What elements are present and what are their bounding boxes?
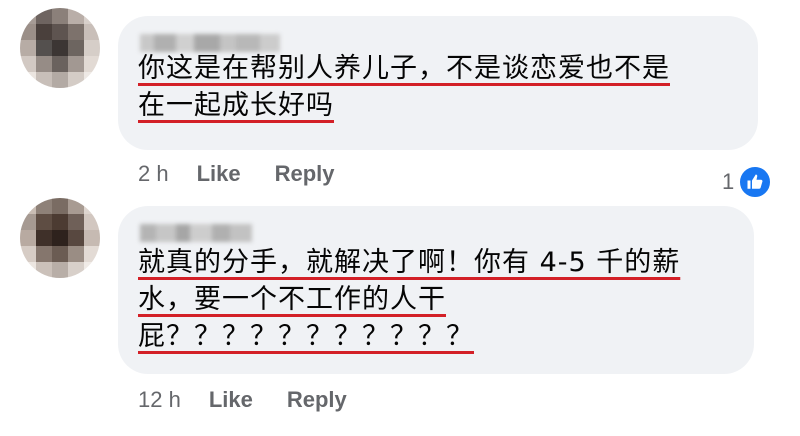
comment-actions: 12 h Like Reply: [138, 387, 381, 413]
reaction-summary[interactable]: 1: [722, 165, 773, 199]
reply-button[interactable]: Reply: [287, 387, 347, 413]
comment-actions: 2 h Like Reply: [138, 161, 369, 187]
comment-timestamp[interactable]: 2 h: [138, 161, 169, 187]
avatar[interactable]: [20, 198, 100, 278]
comment-line: 就真的分手，就解决了啊！你有 4-5 千的薪: [138, 247, 681, 278]
comment-line: 你这是在帮别人养儿子，不是谈恋爱也不是: [138, 53, 670, 84]
comment-line: 在一起成长好吗: [138, 90, 334, 121]
comment-line: 水，要一个不工作的人干: [138, 284, 446, 315]
commenter-name-redacted[interactable]: [140, 224, 252, 242]
comment-text: 你这是在帮别人养儿子，不是谈恋爱也不是 在一起成长好吗: [138, 50, 748, 124]
like-button[interactable]: Like: [197, 161, 241, 187]
comment-timestamp[interactable]: 12 h: [138, 387, 181, 413]
comment-text: 就真的分手，就解决了啊！你有 4-5 千的薪 水，要一个不工作的人干 屁？？？？…: [138, 244, 738, 355]
comment-line: 屁？？？？？？？？？？？: [138, 321, 474, 352]
thumbs-up-icon: [738, 165, 773, 199]
reaction-count: 1: [722, 169, 735, 194]
avatar[interactable]: [20, 8, 100, 88]
reply-button[interactable]: Reply: [275, 161, 335, 187]
comment-thread: 你这是在帮别人养儿子，不是谈恋爱也不是 在一起成长好吗 2 h Like Rep…: [0, 0, 800, 436]
like-button[interactable]: Like: [209, 387, 253, 413]
